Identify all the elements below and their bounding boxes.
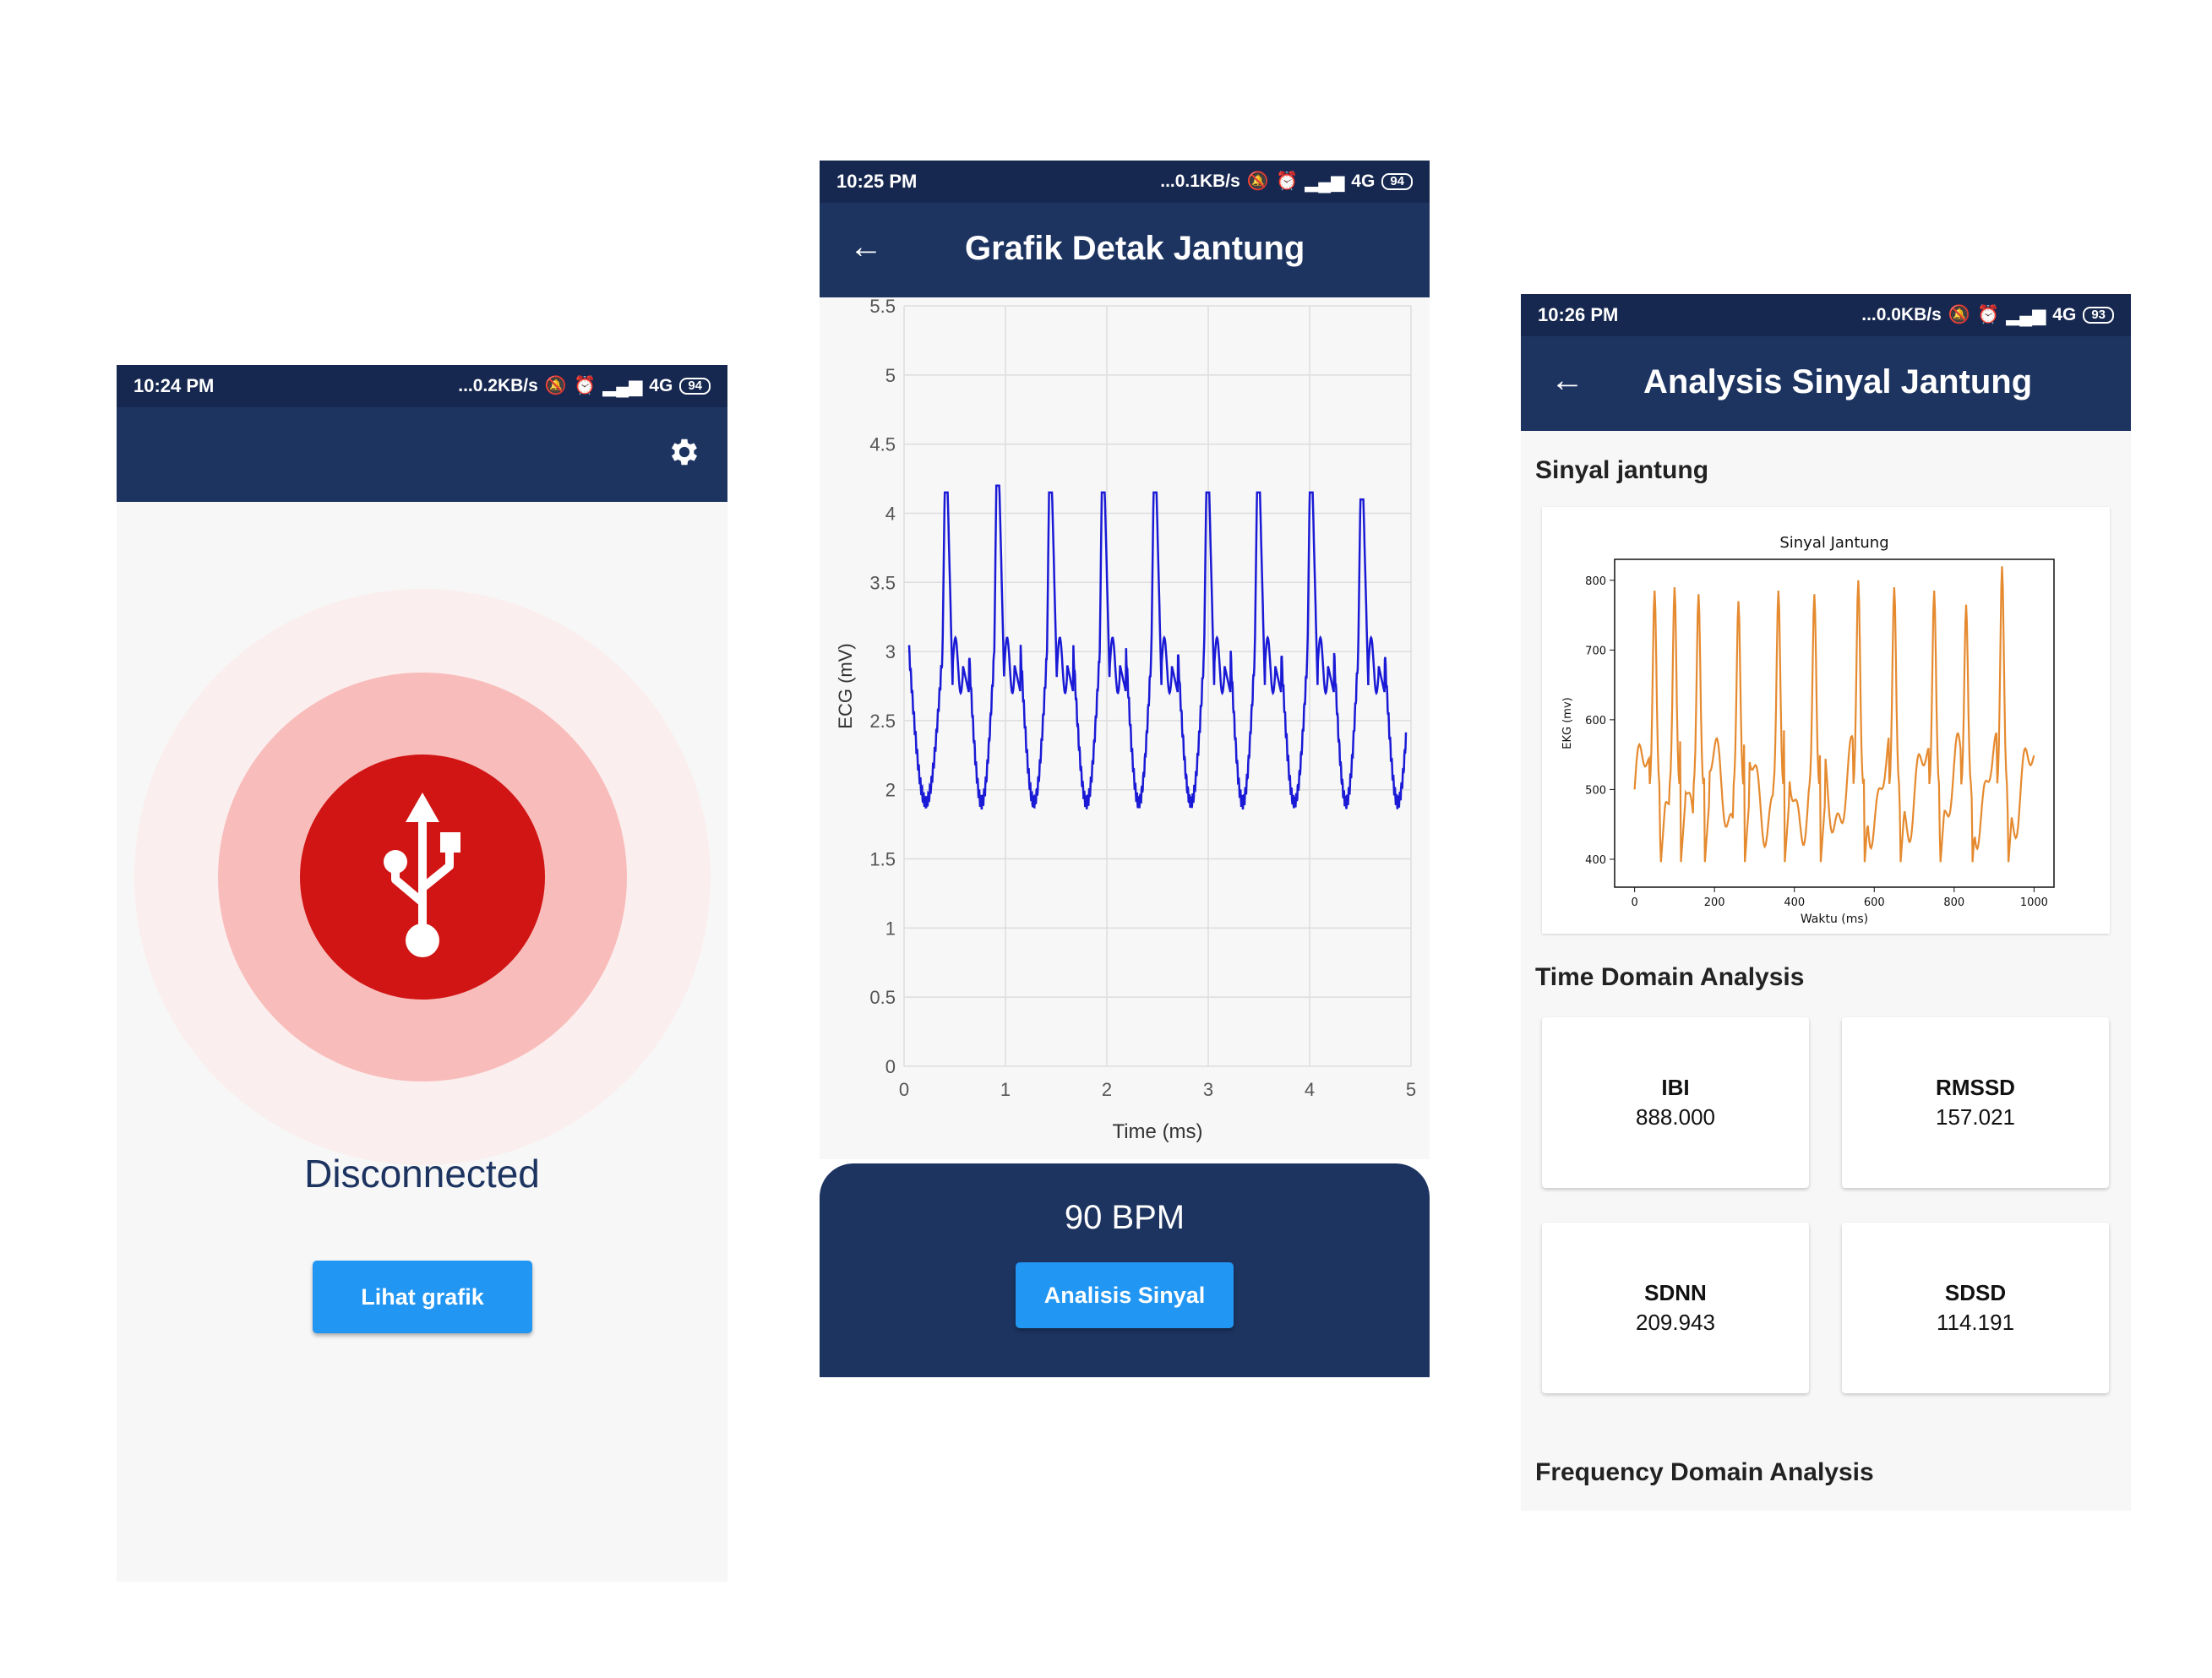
x-axis-label: Time (ms) <box>1112 1120 1202 1143</box>
battery-icon: 93 <box>2083 307 2114 324</box>
app-bar <box>117 407 727 502</box>
y-tick-label: 2 <box>885 780 896 801</box>
x-tick-label: 3 <box>1203 1079 1213 1100</box>
signal-icon: ▂▄▆ <box>1305 172 1345 192</box>
x-tick-label: 800 <box>1943 896 1964 909</box>
screen-connection: 10:24 PM ...0.2KB/s 🔕 ⏰ ▂▄▆ 4G 94 Discon… <box>117 365 727 1582</box>
y-tick-label: 500 <box>1585 784 1606 797</box>
connection-indicator[interactable] <box>300 755 545 1000</box>
battery-icon: 94 <box>1381 173 1413 190</box>
y-tick-label: 3.5 <box>869 572 896 593</box>
section-signal: Sinyal jantung <box>1535 456 1709 484</box>
metric-label: SDNN <box>1644 1280 1707 1305</box>
metric-value: 209.943 <box>1636 1310 1715 1335</box>
metric-card-sdsd: SDSD 114.191 <box>1842 1223 2109 1393</box>
chart-title: Sinyal Jantung <box>1779 534 1888 552</box>
y-tick-label: 2.5 <box>869 711 896 732</box>
y-tick-label: 0.5 <box>869 987 896 1008</box>
back-arrow-icon[interactable]: ← <box>1550 363 1584 397</box>
x-tick-label: 2 <box>1102 1079 1112 1100</box>
bpm-value: 90 BPM <box>1064 1199 1185 1236</box>
status-time: 10:25 PM <box>836 171 918 192</box>
metric-value: 888.000 <box>1636 1104 1715 1130</box>
metric-label: IBI <box>1661 1075 1690 1100</box>
metric-label: RMSSD <box>1936 1075 2015 1100</box>
y-tick-label: 800 <box>1585 575 1606 588</box>
signal-icon: ▂▄▆ <box>602 376 643 396</box>
x-tick-label: 600 <box>1864 896 1885 909</box>
section-time-domain: Time Domain Analysis <box>1535 963 1805 991</box>
view-graph-button[interactable]: Lihat grafik <box>313 1261 532 1333</box>
metric-value: 114.191 <box>1936 1310 2015 1335</box>
signal-icon: ▂▄▆ <box>2006 305 2046 325</box>
mute-icon: 🔕 <box>544 376 567 395</box>
network-type: 4G <box>2052 305 2077 324</box>
network-type: 4G <box>649 376 673 395</box>
metric-label: SDSD <box>1944 1280 2007 1305</box>
metric-card-ibi: IBI 888.000 <box>1542 1017 1809 1188</box>
alarm-icon: ⏰ <box>573 376 597 395</box>
x-axis-label: Waktu (ms) <box>1801 913 1868 926</box>
section-frequency-domain: Frequency Domain Analysis <box>1535 1458 1874 1486</box>
x-tick-label: 5 <box>1406 1079 1416 1100</box>
back-arrow-icon[interactable]: ← <box>849 230 883 264</box>
screen-ecg-graph: 10:25 PM ...0.1KB/s 🔕 ⏰ ▂▄▆ 4G 94 ← Graf… <box>820 161 1430 1377</box>
y-tick-label: 1.5 <box>869 849 896 870</box>
x-tick-label: 0 <box>899 1079 909 1100</box>
y-tick-label: 5.5 <box>869 297 896 317</box>
x-tick-label: 200 <box>1704 896 1725 909</box>
usb-icon <box>384 793 460 957</box>
bpm-panel: 90 BPM Analisis Sinyal <box>820 1163 1430 1377</box>
mute-icon: 🔕 <box>1246 172 1269 191</box>
signal-chart: Sinyal Jantung 0 200 400 600 800 1000 400 500 60… <box>1561 534 2055 926</box>
y-tick-label: 1 <box>885 918 896 939</box>
page-title: Grafik Detak Jantung <box>965 230 1305 267</box>
status-bar: 10:24 PM ...0.2KB/s 🔕 ⏰ ▂▄▆ 4G 94 <box>117 365 727 407</box>
alarm-icon: ⏰ <box>1275 172 1299 191</box>
x-tick-label: 1 <box>1000 1079 1011 1100</box>
y-tick-label: 4.5 <box>869 434 896 455</box>
y-tick-label: 400 <box>1585 854 1606 867</box>
status-time: 10:26 PM <box>1538 304 1619 325</box>
status-time: 10:24 PM <box>133 375 215 396</box>
app-bar: ← Grafik Detak Jantung <box>820 203 1430 297</box>
status-bar: 10:26 PM ...0.0KB/s 🔕 ⏰ ▂▄▆ 4G 93 <box>1521 294 2131 336</box>
x-tick-label: 400 <box>1784 896 1805 909</box>
signal-plot-card: Sinyal Jantung 0 200 400 600 800 1000 400 500 60… <box>1542 507 2110 934</box>
page-title: Analysis Sinyal Jantung <box>1643 363 2033 400</box>
network-type: 4G <box>1351 172 1376 191</box>
analyze-signal-button[interactable]: Analisis Sinyal <box>1016 1262 1234 1328</box>
app-bar: ← Analysis Sinyal Jantung <box>1521 336 2131 431</box>
network-speed: ...0.2KB/s <box>458 376 538 395</box>
x-tick-label: 4 <box>1305 1079 1315 1100</box>
gear-icon[interactable] <box>667 434 702 470</box>
x-tick-label: 0 <box>1631 896 1637 909</box>
alarm-icon: ⏰ <box>1976 305 2000 324</box>
mute-icon: 🔕 <box>1948 305 1970 324</box>
y-tick-label: 0 <box>885 1056 896 1077</box>
connection-status: Disconnected <box>304 1152 540 1196</box>
ecg-chart: 0 1 2 3 4 5 0 0.5 1 1.5 2 2.5 3 3.5 4 4.5 5 5.5 Time (ms)… <box>820 297 1430 1159</box>
status-bar: 10:25 PM ...0.1KB/s 🔕 ⏰ ▂▄▆ 4G 94 <box>820 161 1430 203</box>
network-speed: ...0.0KB/s <box>1861 305 1942 324</box>
metric-value: 157.021 <box>1936 1104 2015 1130</box>
x-tick-label: 1000 <box>2020 896 2048 909</box>
screen-signal-analysis: 10:26 PM ...0.0KB/s 🔕 ⏰ ▂▄▆ 4G 93 ← Anal… <box>1521 294 2131 1511</box>
y-tick-label: 700 <box>1585 645 1606 657</box>
y-axis-label: EKG (mv) <box>1561 697 1574 749</box>
metric-card-rmssd: RMSSD 157.021 <box>1842 1017 2109 1188</box>
metric-card-sdnn: SDNN 209.943 <box>1542 1223 1809 1393</box>
y-axis-label: ECG (mV) <box>835 643 856 728</box>
y-tick-label: 5 <box>885 365 896 386</box>
y-tick-label: 4 <box>885 503 896 524</box>
battery-icon: 94 <box>679 378 711 395</box>
y-tick-label: 600 <box>1585 715 1606 727</box>
y-tick-label: 3 <box>885 641 896 662</box>
network-speed: ...0.1KB/s <box>1160 172 1240 191</box>
